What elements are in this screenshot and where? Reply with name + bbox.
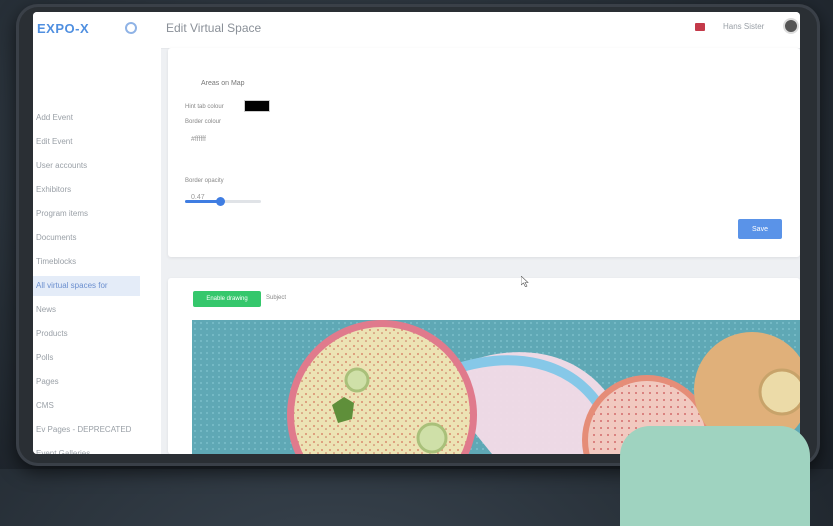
screen: EXPO-X Edit Virtual Space Hans Sister Ad…: [33, 12, 800, 454]
subject-select[interactable]: Subject: [266, 295, 286, 301]
slider-handle[interactable]: [216, 197, 226, 206]
mouse-cursor-icon: [521, 276, 529, 287]
app-logo[interactable]: EXPO-X: [37, 21, 89, 36]
language-flag-icon[interactable]: [695, 23, 705, 31]
sidebar-item-virtual-spaces[interactable]: All virtual spaces for: [33, 276, 140, 296]
border-opacity-label: Border opacity: [185, 178, 224, 184]
hint-colour-label: Hint tab colour: [185, 104, 224, 110]
sidebar-item-polls[interactable]: Polls: [33, 348, 140, 368]
sidebar-item-program-items[interactable]: Program items: [33, 204, 140, 224]
sidebar-item-pages[interactable]: Pages: [33, 372, 140, 392]
sidebar-item-products[interactable]: Products: [33, 324, 140, 344]
card-heading: Areas on Map: [201, 80, 245, 87]
sidebar-item-cms[interactable]: CMS: [33, 396, 140, 416]
sidebar-item-event-galleries[interactable]: Event Galleries: [33, 444, 140, 454]
sidebar-item-ev-pages-deprecated[interactable]: Ev Pages - DEPRECATED: [33, 420, 140, 440]
sidebar-item-timeblocks[interactable]: Timeblocks: [33, 252, 140, 272]
area-settings-card: Areas on Map Hint tab colour Border colo…: [168, 48, 800, 257]
sidebar-item-user-accounts[interactable]: User accounts: [33, 156, 140, 176]
menu-toggle-icon[interactable]: [125, 22, 137, 34]
top-bar: EXPO-X Edit Virtual Space Hans Sister: [33, 12, 800, 49]
hint-colour-swatch[interactable]: [244, 100, 270, 112]
border-colour-value[interactable]: #ffffff: [191, 136, 206, 143]
user-name[interactable]: Hans Sister: [723, 22, 764, 31]
sidebar-item-news[interactable]: News: [33, 300, 140, 320]
sidebar-item-documents[interactable]: Documents: [33, 228, 140, 248]
sidebar-item-add-event[interactable]: Add Event: [33, 108, 140, 128]
save-button[interactable]: Save: [738, 219, 782, 239]
border-opacity-value[interactable]: 0.47: [191, 194, 205, 201]
sidebar-item-exhibitors[interactable]: Exhibitors: [33, 180, 140, 200]
avatar[interactable]: [783, 18, 799, 34]
enable-drawing-button[interactable]: Enable drawing: [193, 291, 261, 307]
border-colour-label: Border colour: [185, 119, 222, 125]
decorative-overlay-shape: [620, 426, 810, 526]
page-title: Edit Virtual Space: [166, 21, 262, 35]
sidebar: Add Event Edit Event User accounts Exhib…: [33, 48, 161, 454]
sidebar-item-edit-event[interactable]: Edit Event: [33, 132, 140, 152]
